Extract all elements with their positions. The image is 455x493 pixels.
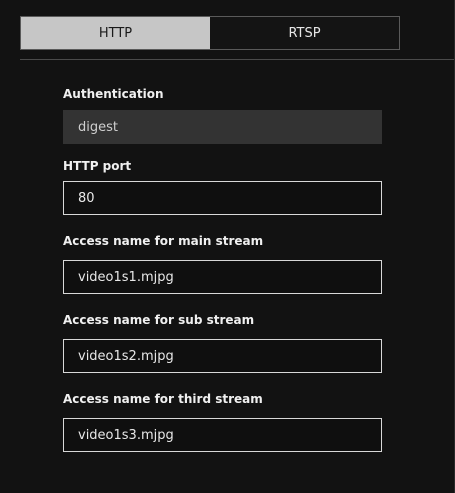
main-stream-input[interactable]: video1s1.mjpg bbox=[63, 260, 382, 294]
third-stream-input[interactable]: video1s3.mjpg bbox=[63, 418, 382, 452]
third-stream-value: video1s3.mjpg bbox=[78, 427, 174, 443]
http-port-value: 80 bbox=[78, 190, 95, 206]
main-stream-value: video1s1.mjpg bbox=[78, 269, 174, 285]
authentication-value: digest bbox=[78, 119, 118, 135]
tab-divider bbox=[20, 59, 454, 60]
sub-stream-value: video1s2.mjpg bbox=[78, 348, 174, 364]
tab-http[interactable]: HTTP bbox=[21, 17, 210, 49]
http-settings-panel: HTTP RTSP Authentication digest HTTP por… bbox=[0, 0, 455, 493]
http-port-input[interactable]: 80 bbox=[63, 181, 382, 215]
sub-stream-label: Access name for sub stream bbox=[63, 313, 255, 327]
sub-stream-input[interactable]: video1s2.mjpg bbox=[63, 339, 382, 373]
authentication-label: Authentication bbox=[63, 87, 164, 101]
http-port-label: HTTP port bbox=[63, 159, 132, 173]
third-stream-label: Access name for third stream bbox=[63, 392, 263, 406]
main-stream-label: Access name for main stream bbox=[63, 234, 264, 248]
tab-rtsp[interactable]: RTSP bbox=[210, 17, 399, 49]
protocol-tabs: HTTP RTSP bbox=[20, 16, 400, 50]
authentication-field: digest bbox=[63, 110, 382, 144]
